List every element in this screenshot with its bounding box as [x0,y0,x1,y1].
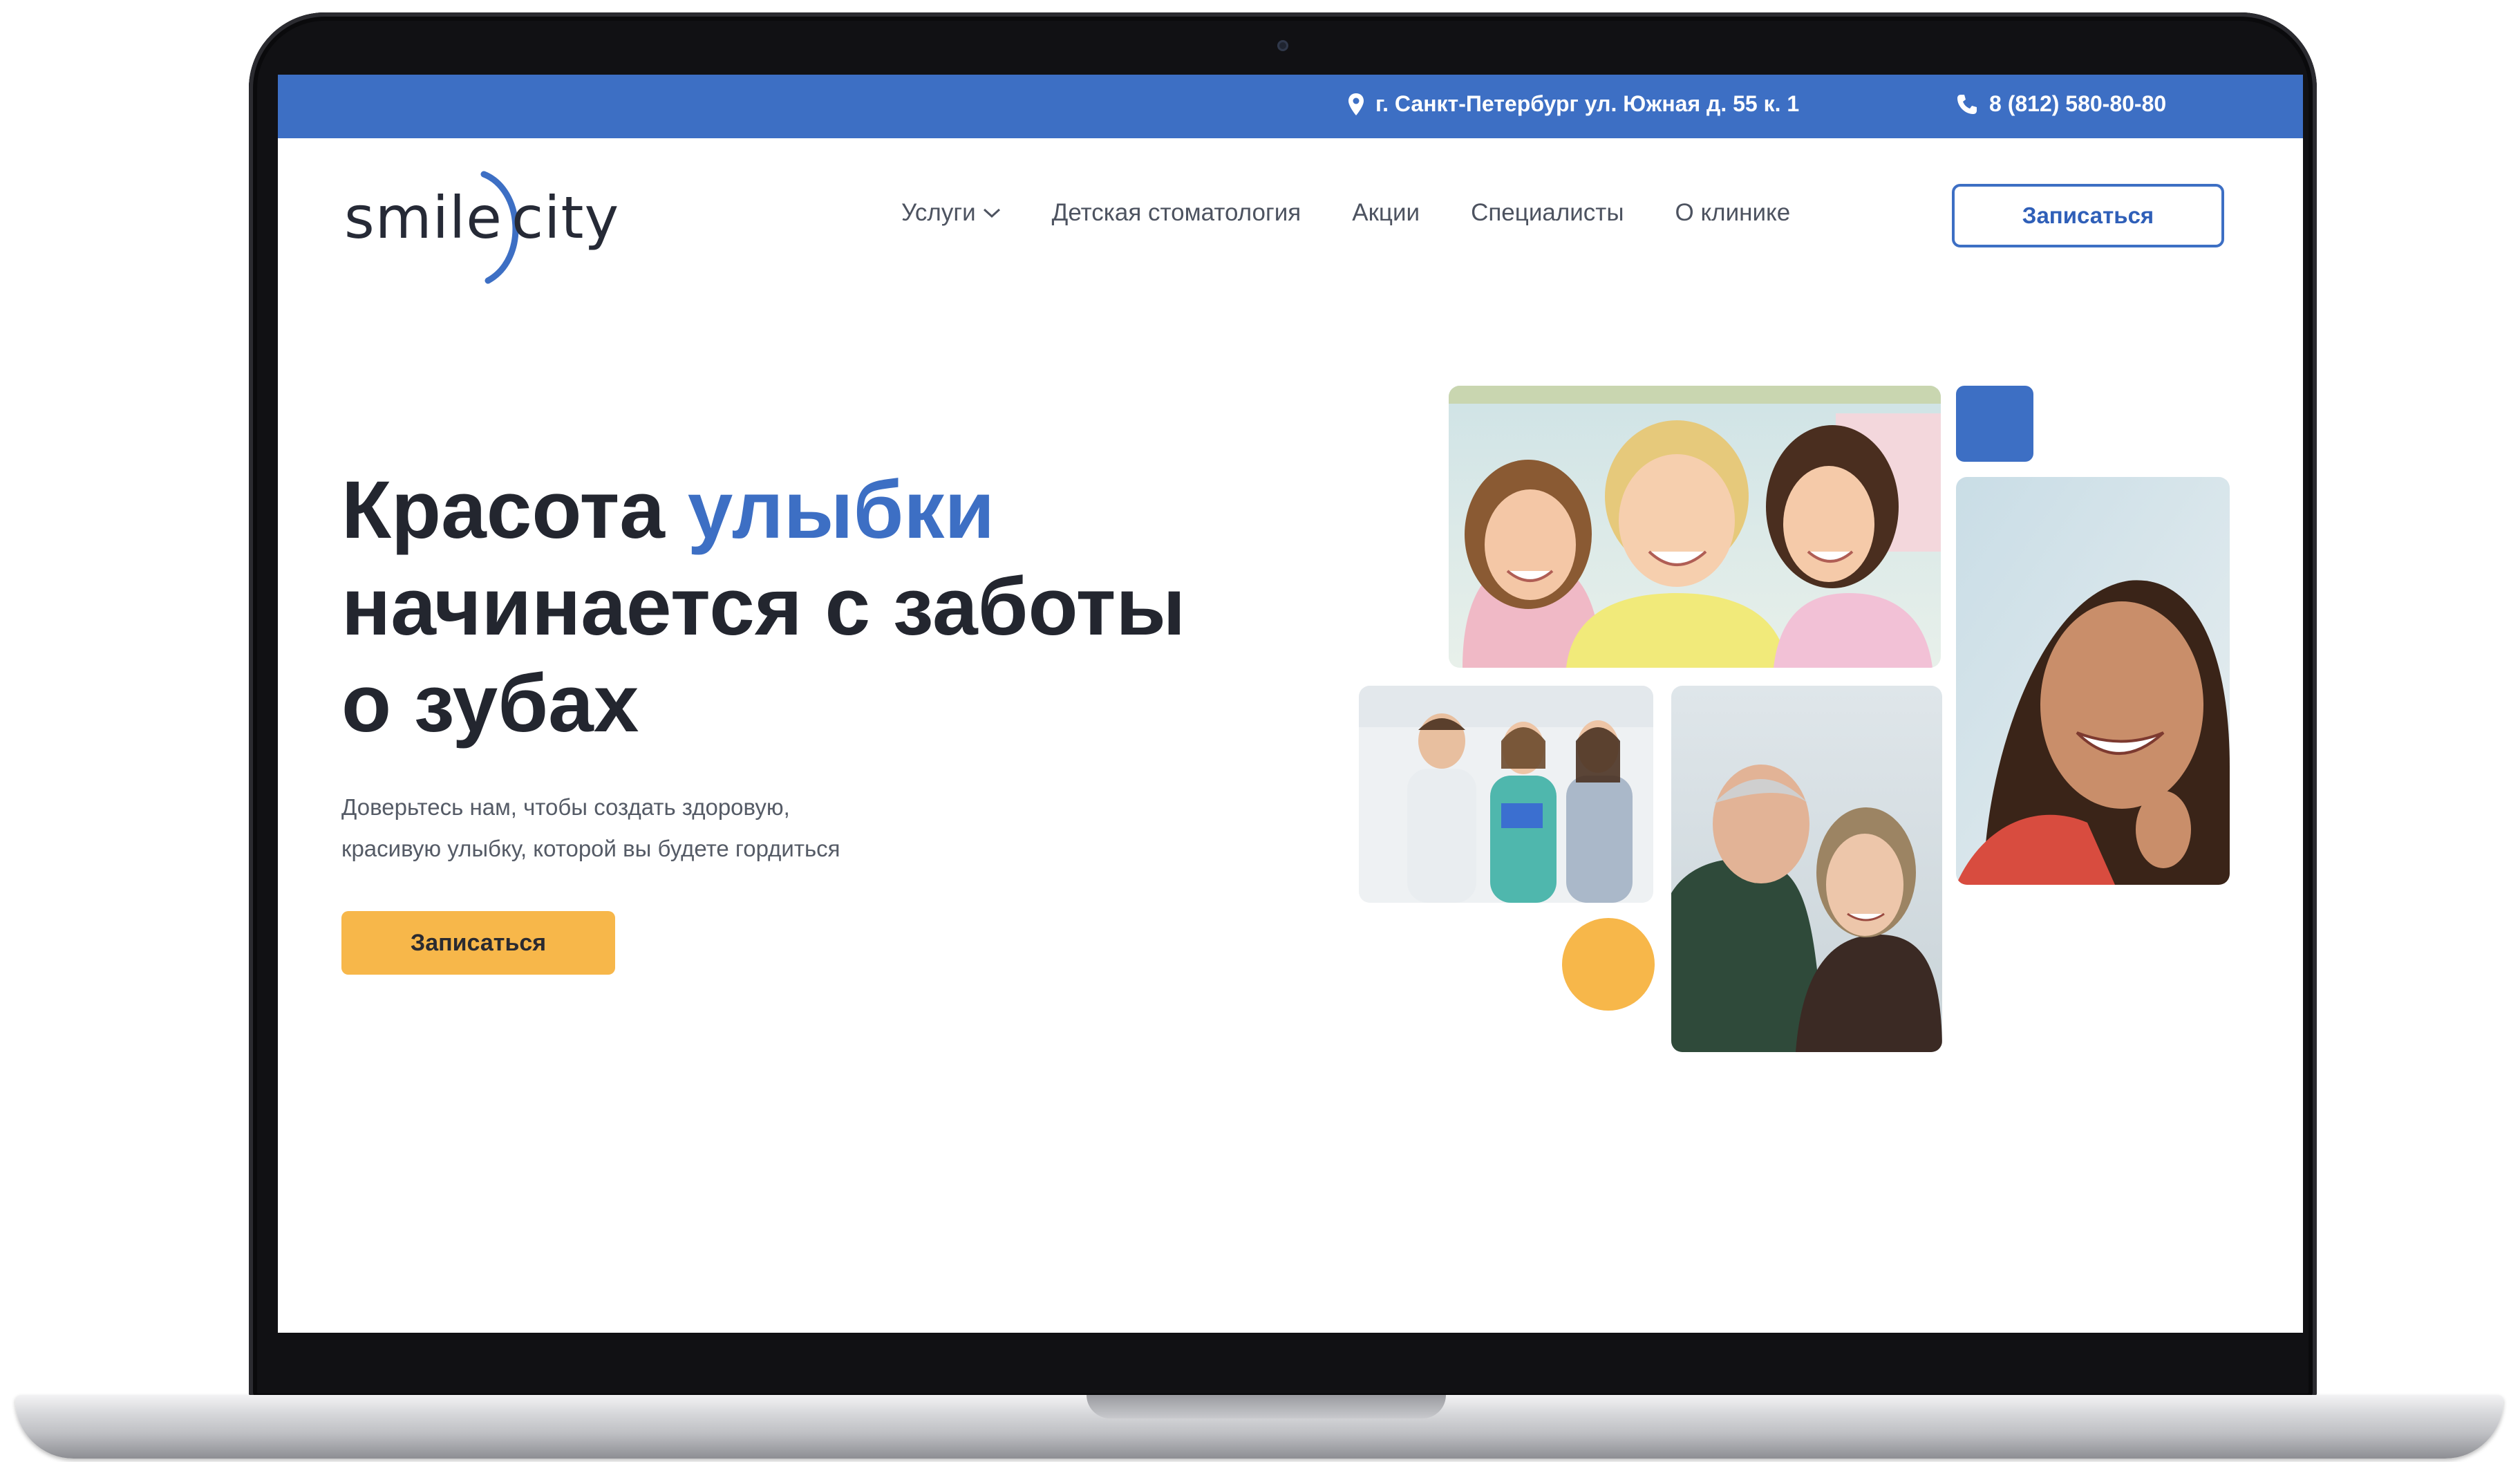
hero-subtitle-line2: красивую улыбку, которой вы будете горди… [341,836,840,861]
hero-title-line2: начинается с заботы [341,561,1186,653]
nav-item-about[interactable]: О клинике [1675,199,1791,227]
top-info-bar: г. Санкт-Петербург ул. Южная д. 55 к. 1 … [278,75,2303,138]
logo-word-city: city [511,184,620,252]
nav-item-label: Детская стоматология [1051,199,1301,226]
address-link[interactable]: г. Санкт-Петербург ул. Южная д. 55 к. 1 [1348,91,1799,117]
hero-title-line3: о зубах [341,658,639,749]
hero-title-part1: Красота [341,465,688,556]
main-nav: Услуги Детская стоматология Акции Специа… [901,199,1841,227]
nav-item-label: О клинике [1675,199,1791,226]
hero-subtitle: Доверьтесь нам, чтобы создать здоровую, … [341,787,840,870]
hero-signup-button[interactable]: Записаться [341,911,615,975]
phone-link[interactable]: 8 (812) 580-80-80 [1956,91,2166,117]
nav-item-services[interactable]: Услуги [901,199,1001,227]
nav-item-specialists[interactable]: Специалисты [1471,199,1624,227]
decorative-blue-square [1956,386,2033,462]
hero-subtitle-line1: Доверьтесь нам, чтобы создать здоровую, [341,794,790,820]
address-text: г. Санкт-Петербург ул. Южная д. 55 к. 1 [1375,91,1800,116]
hero-title: Красота улыбки начинается с заботы о зуб… [341,462,1185,752]
laptop-notch [1087,1395,1446,1418]
phone-text: 8 (812) 580-80-80 [1989,91,2167,116]
nav-item-label: Акции [1352,199,1420,226]
nav-item-promotions[interactable]: Акции [1352,199,1420,227]
site-logo[interactable]: smile city [344,165,634,284]
nav-item-kids-dentistry[interactable]: Детская стоматология [1052,199,1301,227]
website-screen: г. Санкт-Петербург ул. Южная д. 55 к. 1 … [278,75,2303,1333]
decorative-orange-circle [1562,918,1655,1011]
map-pin-icon [1348,93,1364,116]
photo-dentists [1359,686,1653,903]
phone-icon [1956,93,1978,115]
chevron-down-icon [983,208,1000,218]
header-signup-button[interactable]: Записаться [1952,184,2224,247]
photo-children [1449,386,1941,668]
nav-item-label: Специалисты [1471,199,1624,226]
photo-elderly-couple [1671,686,1942,1052]
camera-icon [1277,40,1288,51]
nav-item-label: Услуги [901,199,976,226]
photo-woman-smiling [1956,477,2230,885]
laptop-mockup: г. Санкт-Петербург ул. Южная д. 55 к. 1 … [0,0,2520,1462]
hero-title-accent: улыбки [687,465,995,556]
